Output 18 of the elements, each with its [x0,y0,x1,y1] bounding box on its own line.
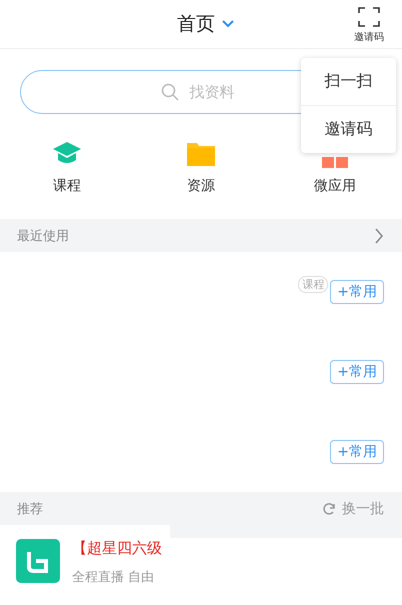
shortcut-item[interactable]: 课程 [27,140,107,195]
chevron-right-icon [374,228,384,244]
scan-icon [358,7,380,27]
menu-item[interactable]: 邀请码 [301,105,396,153]
section-title: 推荐 [17,500,43,518]
refresh-icon [322,502,336,516]
shortcut-item[interactable]: 资源 [161,140,241,195]
grid-icon [322,157,348,168]
item-title[interactable]: 【超星四六级 [72,539,162,558]
item-subtitle: 全程直播 自由 [72,569,156,586]
folder-icon [186,140,216,168]
page-title[interactable]: 首页 [177,11,215,37]
search-icon [161,83,179,101]
section-title: 最近使用 [17,228,69,244]
tag-label: 课程 [298,276,328,293]
app-logo-icon [16,539,60,583]
scan-button[interactable]: 邀请码 [354,7,384,44]
chevron-down-icon [221,19,235,29]
